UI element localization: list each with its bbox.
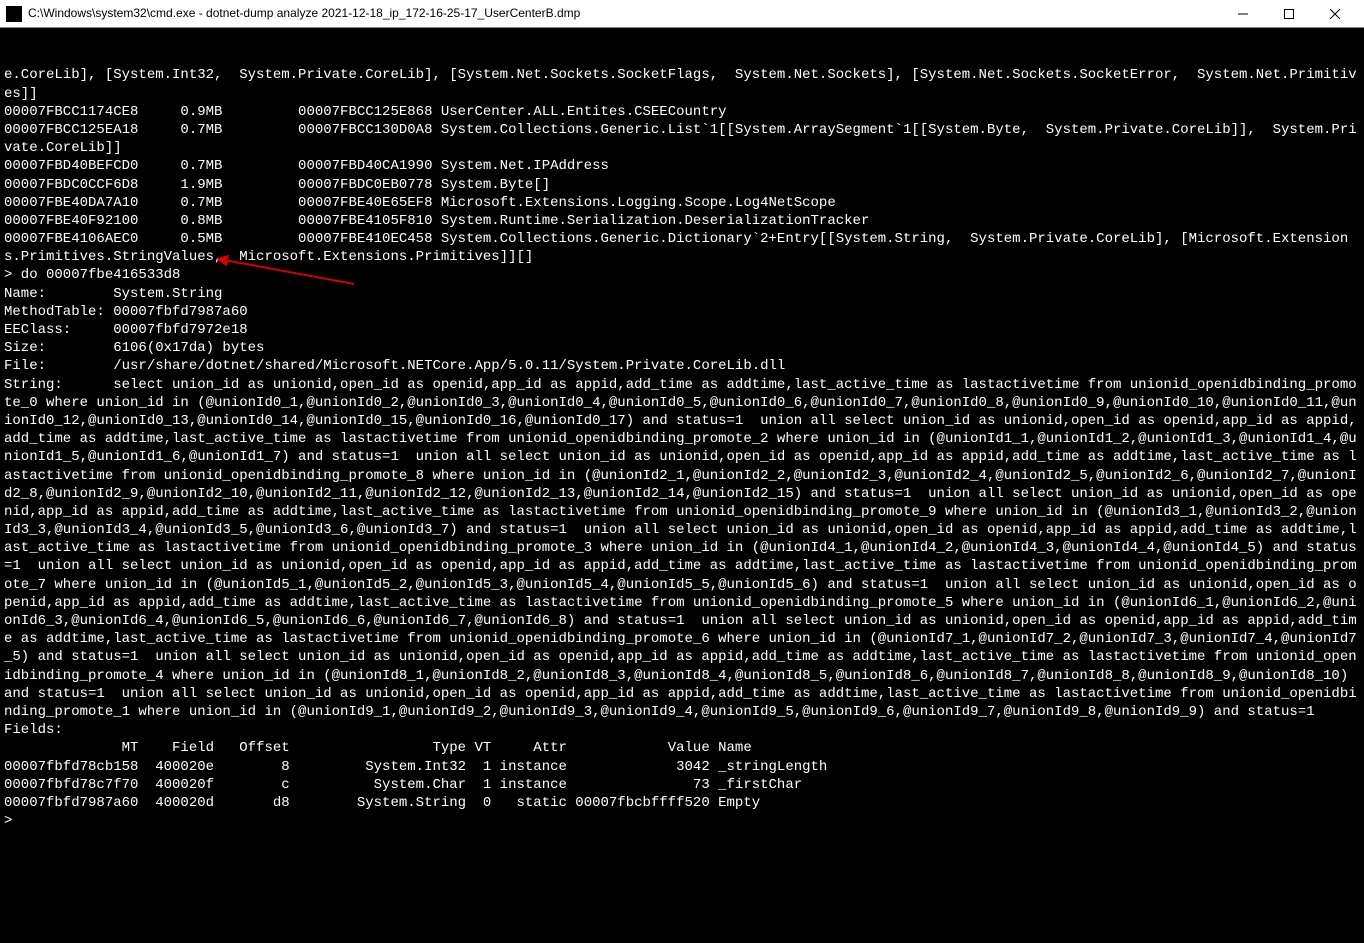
terminal-line: Fields: [4,721,1360,739]
terminal-line: 00007FBCC125EA18 0.7MB 00007FBCC130D0A8 … [4,121,1360,157]
minimize-icon [1238,9,1248,19]
terminal-line: e.CoreLib], [System.Int32, System.Privat… [4,66,1360,102]
terminal-line: 00007fbfd7987a60 400020d d8 System.Strin… [4,794,1360,812]
terminal-line: 00007FBCC1174CE8 0.9MB 00007FBCC125E868 … [4,103,1360,121]
terminal-line: MT Field Offset Type VT Attr Value Name [4,739,1360,757]
terminal-line: String: select union_id as unionid,open_… [4,376,1360,722]
terminal-line: EEClass: 00007fbfd7972e18 [4,321,1360,339]
terminal-line: 00007FBE4106AEC0 0.5MB 00007FBE410EC458 … [4,230,1360,266]
minimize-button[interactable] [1220,0,1266,28]
terminal-line: > [4,812,1360,830]
terminal-output[interactable]: e.CoreLib], [System.Int32, System.Privat… [0,28,1364,832]
maximize-icon [1284,9,1294,19]
terminal-line: 00007fbfd78c7f70 400020f c System.Char 1… [4,776,1360,794]
terminal-line: > do 00007fbe416533d8 [4,266,1360,284]
titlebar-left: C:\Windows\system32\cmd.exe - dotnet-dum… [6,6,580,22]
terminal-line: 00007FBE40F92100 0.8MB 00007FBE4105F810 … [4,212,1360,230]
close-icon [1330,9,1340,19]
terminal-line: 00007FBDC0CCF6D8 1.9MB 00007FBDC0EB0778 … [4,176,1360,194]
close-button[interactable] [1312,0,1358,28]
window-titlebar: C:\Windows\system32\cmd.exe - dotnet-dum… [0,0,1364,28]
maximize-button[interactable] [1266,0,1312,28]
terminal-line: 00007FBE40DA7A10 0.7MB 00007FBE40E65EF8 … [4,194,1360,212]
terminal-line: MethodTable: 00007fbfd7987a60 [4,303,1360,321]
terminal-line: Size: 6106(0x17da) bytes [4,339,1360,357]
cmd-icon [6,6,22,22]
terminal-line: Name: System.String [4,285,1360,303]
window-title: C:\Windows\system32\cmd.exe - dotnet-dum… [28,6,580,22]
terminal-line: 00007fbfd78cb158 400020e 8 System.Int32 … [4,758,1360,776]
terminal-line: 00007FBD40BEFCD0 0.7MB 00007FBD40CA1990 … [4,157,1360,175]
terminal-line: File: /usr/share/dotnet/shared/Microsoft… [4,357,1360,375]
window-controls [1220,0,1358,28]
